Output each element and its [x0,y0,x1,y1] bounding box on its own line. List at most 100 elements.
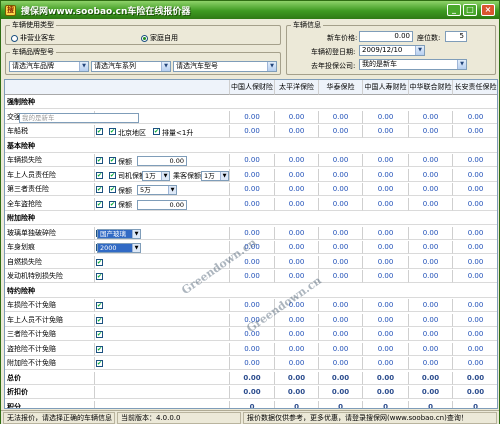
price-cell: 0.00 [363,386,409,399]
title-bar[interactable]: 搜 搜保网www.soobao.cn车险在线报价器 _ □ × [1,1,499,19]
price-cell: 0.00 [409,168,453,182]
row-label-r_d3: 三者险不计免赔 [5,328,95,341]
last-insurer-select[interactable]: 我的是新车 ▼ [359,59,467,70]
price-cell: 0.00 [409,110,453,124]
row-label-r_fire: 自燃损失险 [5,255,95,269]
price-cell: 0.00 [363,168,409,182]
col-header-changan[interactable]: 长安责任保险 [453,80,497,95]
price-cell: 0.00 [275,255,319,269]
col-header-huatai[interactable]: 华泰保险 [319,80,363,95]
chevron-down-icon[interactable]: ▼ [267,62,276,71]
price-cell: 0.00 [319,270,363,283]
col-header-cuic[interactable]: 中华联合财险 [409,80,453,95]
price-input[interactable]: 0.00 [359,31,413,42]
price-cell: 0.00 [230,386,275,399]
quote-grid[interactable]: 中国人保财险 太平洋保险 华泰保险 中国人寿财险 中华联合财险 长安责任保险 强… [4,79,498,409]
price-cell: 0.00 [363,183,409,196]
chevron-down-icon[interactable]: ▼ [161,62,170,71]
radio-family[interactable]: 家庭自用 [141,33,178,43]
radio-commercial[interactable]: 非营业客车 [11,33,55,43]
seats-label: 座位数: [417,34,441,42]
reg-date-picker[interactable]: 2009/12/10 ▼ [359,45,425,56]
price-cell: 0.00 [363,357,409,370]
chevron-down-icon[interactable]: ▼ [132,229,140,238]
seats-input[interactable]: 5 [445,31,467,42]
price-cell: 0.00 [363,197,409,211]
option-select-r_glass[interactable]: 国产玻璃 ▼ [97,228,141,239]
displacement-label: 排量<1升 [162,128,194,137]
price-cell: 0.00 [453,314,497,327]
driver-amount-select[interactable]: 1万 ▼ [142,170,170,181]
amount-input-r_loss[interactable]: 0.00 [137,156,187,166]
amount-checkbox[interactable]: ✔ [109,186,116,193]
row-options-r_d3 [95,328,230,341]
displacement-checkbox[interactable]: ✔ [153,128,160,135]
row-label-r_d2: 车上人员不计免赔 [5,313,95,327]
col-header-chinalife[interactable]: 中国人寿财险 [363,80,409,95]
jq-option-select[interactable]: 我的是新车 [19,112,139,123]
chevron-down-icon[interactable]: ▼ [132,244,140,252]
beijing-checkbox[interactable]: ✔ [109,128,116,135]
app-logo-icon: 搜 [5,4,16,16]
chevron-down-icon[interactable]: ▼ [79,62,88,71]
chevron-down-icon[interactable]: ▼ [168,186,176,194]
amount-input-r_theft[interactable]: 0.00 [137,199,187,210]
brand-model-legend: 车辆品牌型号 [12,48,54,56]
usage-type-legend: 车辆使用类型 [12,21,54,29]
price-cell: 0.00 [453,343,497,356]
radio-family-label: 家庭自用 [150,34,178,42]
calendar-dropdown-icon[interactable]: ▼ [415,46,424,55]
row-label-r_engine: 发动机特别损失险 [5,270,95,283]
price-cell: 0.00 [363,241,409,254]
price-cell: 0 [453,401,497,409]
reg-date-label: 车辆初登日期: [311,48,356,56]
radio-commercial-label: 非营业客车 [20,34,55,42]
radio-selected-icon [141,34,148,42]
price-cell: 0.00 [453,111,497,124]
amount-checkbox[interactable]: ✔ [109,157,116,164]
col-header-picc[interactable]: 中国人保财险 [230,80,275,95]
price-cell: 0.00 [453,198,497,211]
minimize-button[interactable]: _ [447,4,461,16]
price-cell: 0.00 [409,154,453,167]
price-cell: 0.00 [409,371,453,385]
amount-checkbox[interactable]: ✔ [109,171,116,179]
price-cell: 0.00 [275,154,319,167]
amount-select-value: 5万 [140,186,151,194]
chevron-down-icon[interactable]: ▼ [161,171,169,180]
price-cell: 0.00 [363,371,409,385]
price-cell: 0.00 [275,313,319,327]
close-button[interactable]: × [481,4,495,16]
price-cell: 0.00 [230,197,275,211]
price-cell: 0.00 [409,328,453,341]
section-header: 特约险种 [5,284,497,298]
price-cell: 0.00 [409,241,453,254]
series-select[interactable]: 请选汽车系列 ▼ [91,61,171,72]
col-header-cpic[interactable]: 太平洋保险 [275,80,319,95]
option-select-value: 2000 [100,244,117,252]
price-cell: 0.00 [319,154,363,167]
chevron-down-icon[interactable]: ▼ [220,171,228,180]
amount-select-r_third[interactable]: 5万 ▼ [137,185,177,195]
price-cell: 0.00 [230,168,275,182]
price-cell: 0.00 [319,241,363,254]
status-message: 无法报价，请选择正确的车辆信息 [3,412,115,424]
maximize-button[interactable]: □ [463,4,477,16]
last-insurer-value: 我的是新车 [362,60,397,68]
beijing-label: 北京地区 [118,128,146,137]
chevron-down-icon[interactable]: ▼ [457,60,466,69]
price-cell: 0.00 [409,183,453,196]
row-label-r_total: 总价 [5,371,95,385]
price-cell: 0.00 [453,256,497,269]
model-select[interactable]: 请选汽车型号 ▼ [173,61,277,72]
price-cell: 0.00 [230,342,275,356]
option-select-r_scratch[interactable]: 2000 ▼ [97,243,141,253]
row-options-r_discount [95,386,230,399]
status-version: 当前版本：4.0.0.0 [117,412,241,424]
brand-select[interactable]: 请选汽车品牌 ▼ [9,61,89,72]
amount-checkbox[interactable]: ✔ [109,200,116,208]
amount-label: 保额 [118,201,132,209]
price-cell: 0.00 [363,255,409,269]
passenger-amount-select[interactable]: 1万 ▼ [201,170,229,181]
price-cell: 0.00 [453,372,497,385]
